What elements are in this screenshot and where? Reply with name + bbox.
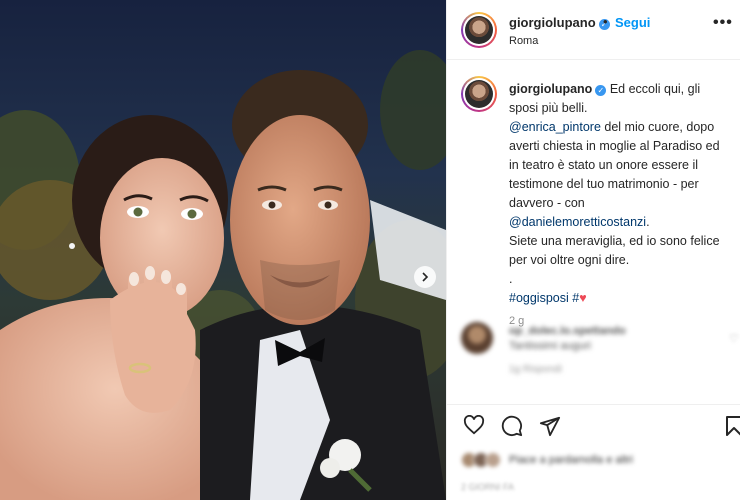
caption-line3: . [646, 215, 650, 229]
mention-enrica-pintore[interactable]: @enrica_pintore [509, 120, 601, 134]
likes-summary[interactable]: Piace a pardamolla e altri [461, 450, 731, 474]
post-photo[interactable] [0, 0, 446, 500]
more-options-icon[interactable]: ••• [713, 14, 733, 32]
couple-selfie-image [0, 0, 446, 500]
post-header: giorgiolupano ✓ • Segui Roma ••• [447, 0, 740, 60]
comment-like-icon[interactable]: ♡ [729, 332, 739, 345]
mention-danielemoretticostanzi[interactable]: @danielemoretticostanzi [509, 215, 646, 229]
verified-badge-icon: ✓ [595, 85, 607, 96]
author-username[interactable]: giorgiolupano ✓ [509, 15, 610, 30]
caption-username[interactable]: giorgiolupano [509, 82, 592, 96]
bookmark-icon[interactable] [725, 415, 740, 437]
author-avatar[interactable] [461, 12, 497, 48]
chevron-right-icon [422, 272, 429, 282]
post-side-panel: giorgiolupano ✓ • Segui Roma ••• giorgiol… [446, 0, 740, 500]
instagram-post: giorgiolupano ✓ • Segui Roma ••• giorgiol… [0, 0, 740, 500]
comment-avatar[interactable] [461, 322, 493, 354]
likes-text: Piace a pardamolla e altri [509, 454, 634, 466]
caption-line4: Siete una meraviglia, ed io sono felice … [509, 234, 720, 267]
action-bar [447, 404, 740, 444]
caption-dot-line: . [509, 272, 513, 286]
speech-bubble-icon[interactable] [501, 415, 523, 437]
post-location[interactable]: Roma [509, 35, 538, 47]
caption-text: giorgiolupano ✓ Ed eccoli qui, gli sposi … [509, 80, 723, 331]
post-date: 2 GIORNI FA [461, 482, 515, 492]
comment-item: op_dolec.lo.spettando Tantissimi auguri … [461, 322, 731, 375]
heart-outline-icon[interactable] [463, 415, 485, 435]
carousel-next-button[interactable] [414, 266, 436, 288]
comment-meta[interactable]: 1g Rispondi [509, 364, 562, 375]
caption-avatar[interactable] [461, 76, 497, 112]
comment-text: op_dolec.lo.spettando Tantissimi auguri [509, 325, 626, 352]
heart-emoji-icon: ♥ [579, 291, 587, 305]
paper-plane-icon[interactable] [539, 415, 561, 437]
follow-button[interactable]: Segui [615, 15, 650, 30]
hashtag-symbol[interactable]: # [569, 291, 579, 305]
hashtag-oggisposi[interactable]: #oggisposi [509, 291, 569, 305]
header-separator: • [603, 14, 608, 29]
